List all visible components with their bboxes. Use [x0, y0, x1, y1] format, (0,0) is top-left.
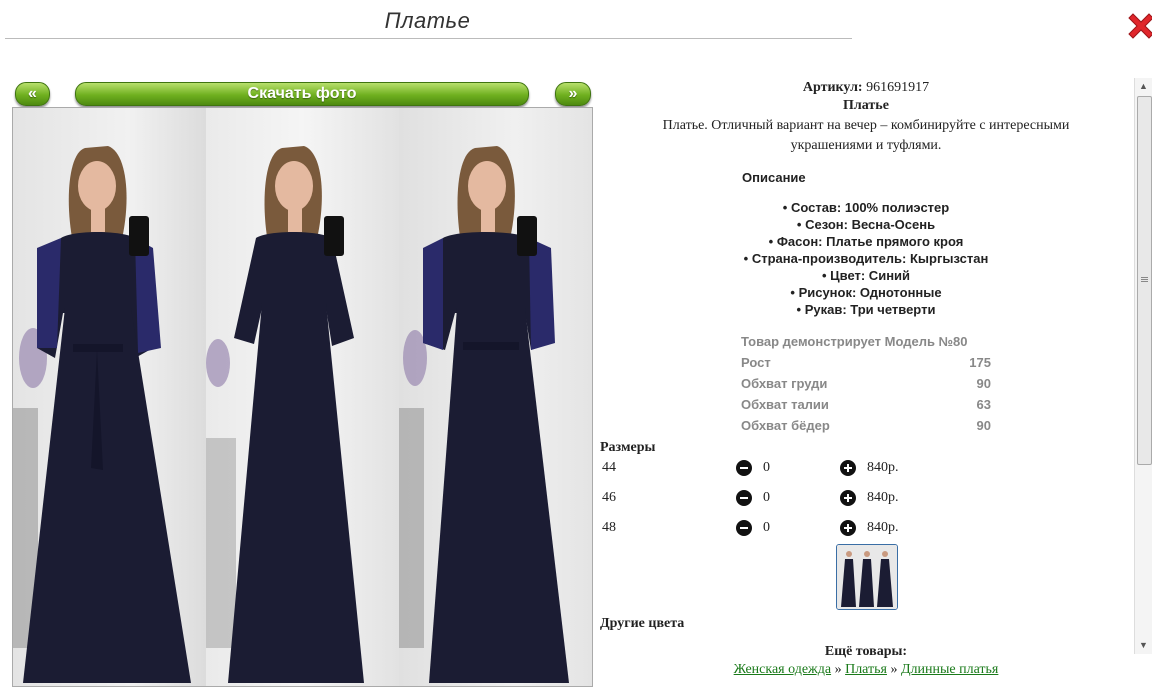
model-row-value: 63	[976, 397, 991, 412]
model-row: Рост 175	[741, 352, 991, 373]
quantity-value: 0	[763, 460, 770, 475]
breadcrumb-link[interactable]: Платья	[845, 662, 887, 677]
feature-item: Сезон: Весна-Осень	[600, 216, 1132, 233]
other-colors-heading: Другие цвета	[600, 616, 685, 631]
breadcrumb-link[interactable]: Женская одежда	[734, 662, 831, 677]
product-description: Платье. Отличный вариант на вечер – комб…	[662, 118, 1070, 153]
model-row-label: Обхват талии	[741, 397, 829, 412]
model-row-label: Обхват груди	[741, 376, 828, 391]
minus-icon[interactable]	[736, 520, 752, 536]
title-divider	[5, 38, 852, 39]
product-details: Артикул: 961691917 Платье Платье. Отличн…	[600, 78, 1132, 688]
prev-photo-button[interactable]: «	[15, 82, 50, 106]
close-icon	[1128, 13, 1152, 39]
feature-item: Страна-производитель: Кыргызстан	[600, 250, 1132, 267]
grip-icon	[1141, 277, 1148, 278]
sizes-heading: Размеры	[600, 440, 656, 455]
close-button[interactable]	[1128, 8, 1152, 40]
model-heading: Товар демонстрирует Модель №80	[741, 334, 968, 349]
feature-item: Рукав: Три четверти	[600, 301, 1132, 318]
price-value: 840р.	[867, 460, 899, 475]
breadcrumb-link[interactable]: Длинные платья	[901, 662, 998, 677]
scroll-down-icon[interactable]: ▼	[1135, 637, 1152, 654]
article-value: 961691917	[866, 80, 930, 95]
size-label: 44	[602, 460, 616, 475]
features-list: Состав: 100% полиэстер Сезон: Весна-Осен…	[600, 199, 1132, 318]
plus-icon[interactable]	[840, 520, 856, 536]
product-name: Платье	[843, 98, 889, 113]
photo-panel-3	[399, 108, 592, 686]
model-row: Обхват талии 63	[741, 394, 991, 415]
model-row-value: 90	[976, 376, 991, 391]
photo-thumbnail[interactable]	[836, 544, 898, 610]
size-label: 46	[602, 490, 616, 505]
model-row-label: Рост	[741, 355, 771, 370]
gallery-toolbar: « Скачать фото »	[13, 82, 591, 108]
plus-icon[interactable]	[840, 460, 856, 476]
model-row-value: 175	[969, 355, 991, 370]
feature-item: Цвет: Синий	[600, 267, 1132, 284]
plus-icon[interactable]	[840, 490, 856, 506]
photo-panel-1	[13, 108, 206, 686]
page-title: Платье	[384, 8, 471, 33]
next-photo-button[interactable]: »	[555, 82, 591, 106]
download-photo-button[interactable]: Скачать фото	[75, 82, 529, 106]
quantity-value: 0	[763, 520, 770, 535]
details-scrollbar[interactable]: ▲ ▼	[1134, 78, 1152, 654]
minus-icon[interactable]	[736, 460, 752, 476]
description-heading: Описание	[742, 170, 806, 185]
model-row-label: Обхват бёдер	[741, 418, 830, 433]
model-row: Обхват груди 90	[741, 373, 991, 394]
size-row: 46 0 840р.	[600, 486, 1132, 516]
size-row: 44 0 840р.	[600, 456, 1132, 486]
feature-item: Фасон: Платье прямого кроя	[600, 233, 1132, 250]
breadcrumb-separator: »	[834, 662, 842, 677]
article-label: Артикул:	[802, 80, 863, 95]
feature-item: Состав: 100% полиэстер	[600, 199, 1132, 216]
quantity-value: 0	[763, 490, 770, 505]
scroll-up-icon[interactable]: ▲	[1135, 78, 1152, 95]
model-measurements: Товар демонстрирует Модель №80 Рост 175 О…	[741, 331, 991, 436]
article-line: Артикул: 961691917	[600, 80, 1132, 96]
product-photo[interactable]	[12, 107, 593, 687]
price-value: 840р.	[867, 490, 899, 505]
more-products-heading: Ещё товары:	[824, 644, 908, 659]
size-row: 48 0 840р.	[600, 516, 1132, 546]
feature-item: Рисунок: Однотонные	[600, 284, 1132, 301]
size-label: 48	[602, 520, 616, 535]
minus-icon[interactable]	[736, 490, 752, 506]
price-value: 840р.	[867, 520, 899, 535]
model-row: Обхват бёдер 90	[741, 415, 991, 436]
scrollbar-thumb[interactable]	[1137, 96, 1152, 465]
breadcrumb: Женская одежда » Платья » Длинные платья	[600, 662, 1132, 678]
model-row-value: 90	[976, 418, 991, 433]
breadcrumb-separator: »	[890, 662, 898, 677]
photo-panel-2	[206, 108, 399, 686]
